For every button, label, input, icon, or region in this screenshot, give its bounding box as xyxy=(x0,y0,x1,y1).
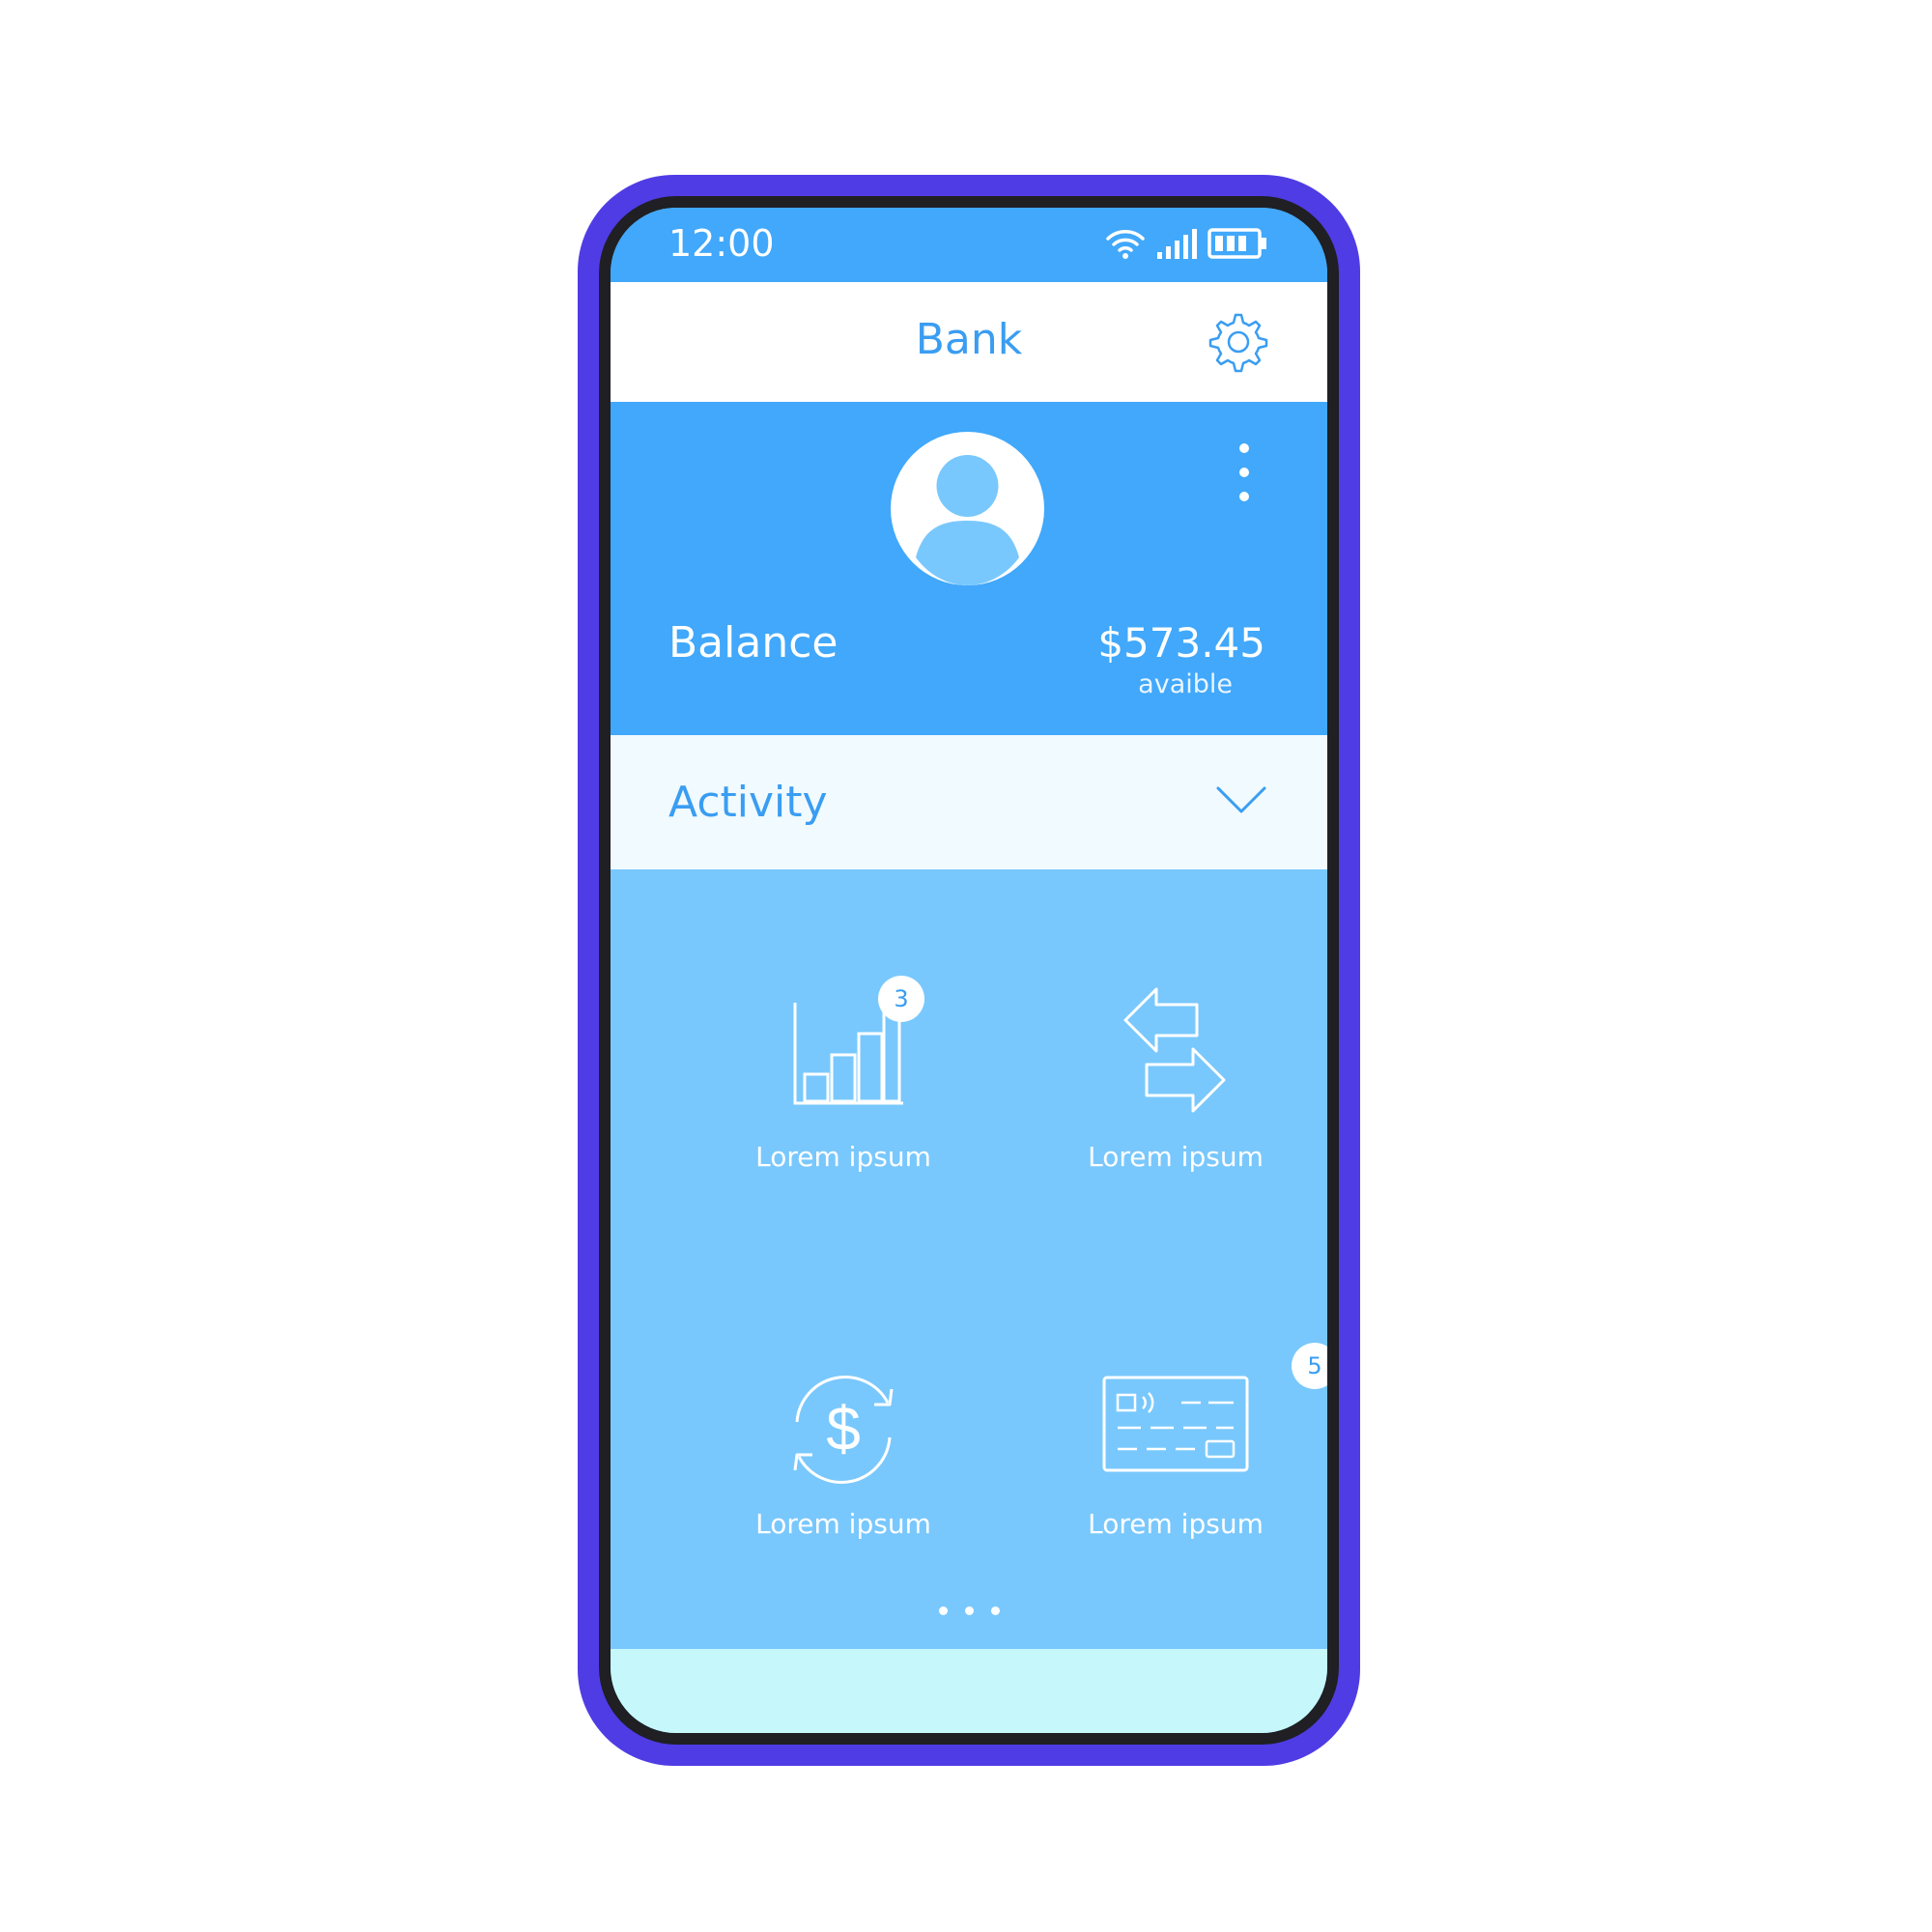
wifi-icon xyxy=(1106,230,1145,259)
page-dot xyxy=(938,1606,948,1615)
activity-label: Activity xyxy=(668,778,828,827)
balance-label: Balance xyxy=(668,618,838,668)
tile-label: Lorem ipsum xyxy=(755,1508,931,1540)
status-icons xyxy=(1105,227,1267,260)
tile-transfer[interactable]: Lorem ipsum xyxy=(1031,976,1321,1208)
avatar[interactable] xyxy=(891,432,1044,585)
bottom-bar xyxy=(611,1649,1327,1733)
page-dot xyxy=(990,1606,1000,1615)
status-time: 12:00 xyxy=(668,222,775,265)
phone-frame: 12:00 Bank Balance $573.45 avaible Activ… xyxy=(578,175,1360,1766)
tile-label: Lorem ipsum xyxy=(755,1141,931,1173)
tile-label: Lorem ipsum xyxy=(1088,1508,1264,1540)
notification-badge: 5 xyxy=(1292,1343,1327,1389)
notification-badge: 3 xyxy=(878,976,924,1022)
signal-icon xyxy=(1157,229,1197,259)
battery-icon xyxy=(1208,228,1266,259)
app-screen: 12:00 Bank Balance $573.45 avaible Activ… xyxy=(611,208,1327,1733)
profile-panel: Balance $573.45 avaible xyxy=(611,402,1327,735)
currency-exchange-icon: $ xyxy=(793,1376,894,1484)
credit-card-icon xyxy=(1102,1376,1249,1472)
more-options-icon[interactable] xyxy=(1235,439,1254,506)
page-dot xyxy=(964,1606,974,1615)
activity-grid: 3 Lorem ipsum Lorem ipsum $ Lorem ipsum … xyxy=(611,869,1327,1649)
tile-statistics[interactable]: 3 Lorem ipsum xyxy=(698,976,988,1208)
phone-bezel: 12:00 Bank Balance $573.45 avaible Activ… xyxy=(599,196,1339,1745)
tile-exchange[interactable]: $ Lorem ipsum xyxy=(698,1343,988,1575)
user-icon xyxy=(916,455,1019,585)
tile-cards[interactable]: 5 Lorem ipsum xyxy=(1031,1343,1327,1575)
activity-dropdown[interactable]: Activity xyxy=(611,735,1327,869)
status-bar: 12:00 xyxy=(611,208,1327,282)
transfer-arrows-icon xyxy=(1123,987,1226,1113)
svg-text:$: $ xyxy=(826,1394,861,1463)
chevron-down-icon xyxy=(1216,786,1266,813)
balance-available-label: avaible xyxy=(1138,669,1233,699)
balance-amount: $573.45 xyxy=(1097,619,1265,667)
app-header: Bank xyxy=(611,282,1327,402)
gear-icon[interactable] xyxy=(1208,311,1269,373)
page-indicator[interactable] xyxy=(611,1606,1327,1615)
tile-label: Lorem ipsum xyxy=(1088,1141,1264,1173)
